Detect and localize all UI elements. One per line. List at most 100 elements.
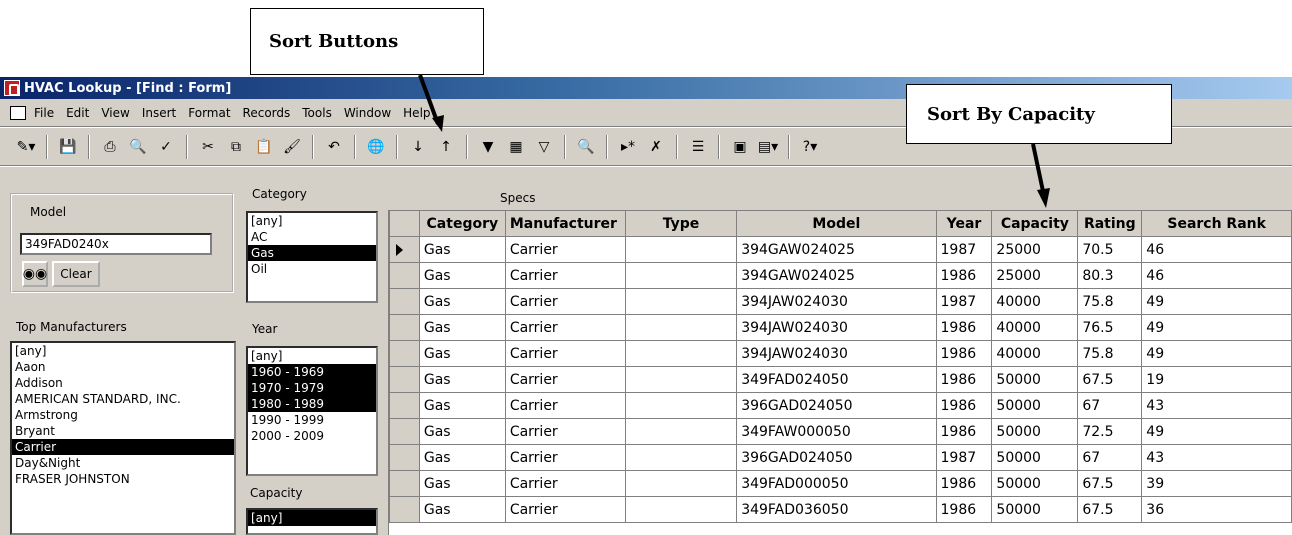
col-capacity-cell[interactable]: 50000 [991, 496, 1079, 523]
table-row[interactable]: Gas Carrier 394JAW024030 1986 40000 75.8 49 [389, 340, 1292, 367]
table-row[interactable]: Gas Carrier 349FAD000050 1986 50000 67.5 39 [389, 470, 1292, 497]
form-icon[interactable] [10, 105, 26, 120]
col-rating-cell[interactable]: 76.5 [1077, 314, 1143, 341]
record-selector[interactable] [389, 444, 420, 471]
col-search-rank-cell[interactable]: 46 [1141, 262, 1292, 289]
col-rating-cell[interactable]: 67.5 [1077, 496, 1143, 523]
menu-tools[interactable]: Tools [302, 106, 332, 120]
record-selector[interactable] [389, 236, 420, 263]
col-category-cell[interactable]: Gas [418, 340, 506, 367]
col-capacity-cell[interactable]: 50000 [991, 392, 1079, 419]
new-record-icon[interactable]: ▸* [617, 136, 639, 158]
manufacturer-item[interactable]: Aaon [12, 359, 234, 375]
paste-icon[interactable]: 📋 [253, 136, 275, 158]
filter-by-form-icon[interactable]: ▦ [505, 136, 527, 158]
col-search-rank-cell[interactable]: 49 [1141, 340, 1292, 367]
col-search-rank-cell[interactable]: 36 [1141, 496, 1292, 523]
col-category-cell[interactable]: Gas [418, 418, 506, 445]
table-row[interactable]: Gas Carrier 349FAD036050 1986 50000 67.5 36 [389, 496, 1292, 523]
col-category-cell[interactable]: Gas [418, 262, 506, 289]
filter-by-selection-icon[interactable]: ▼ [477, 136, 499, 158]
col-type-cell[interactable] [624, 392, 738, 419]
col-model-cell[interactable]: 394JAW024030 [736, 288, 937, 315]
database-window-icon[interactable]: ▣ [729, 136, 751, 158]
col-type-cell[interactable] [624, 314, 738, 341]
find-button[interactable]: ◉◉ [22, 261, 48, 287]
col-search-rank-cell[interactable]: 49 [1141, 314, 1292, 341]
col-type-cell[interactable] [624, 236, 738, 263]
col-capacity-cell[interactable]: 50000 [991, 366, 1079, 393]
find-icon[interactable]: 🔍 [575, 136, 597, 158]
year-item[interactable]: 1960 - 1969 [248, 364, 376, 380]
menu-format[interactable]: Format [188, 106, 230, 120]
table-row[interactable]: Gas Carrier 394JAW024030 1986 40000 76.5 49 [389, 314, 1292, 341]
col-capacity-cell[interactable]: 25000 [991, 262, 1079, 289]
manufacturers-listbox[interactable]: [any] Aaon Addison AMERICAN STANDARD, INC. A… [10, 341, 236, 535]
col-model-cell[interactable]: 349FAW000050 [736, 418, 937, 445]
col-search-rank-cell[interactable]: 49 [1141, 418, 1292, 445]
col-year-cell[interactable]: 1986 [935, 366, 993, 393]
col-manufacturer-cell[interactable]: Carrier [504, 314, 626, 341]
apply-filter-icon[interactable]: ▽ [533, 136, 555, 158]
col-rating-cell[interactable]: 72.5 [1077, 418, 1143, 445]
col-manufacturer-cell[interactable]: Carrier [504, 262, 626, 289]
col-type-header[interactable]: Type [624, 210, 738, 237]
year-item[interactable]: 1980 - 1989 [248, 396, 376, 412]
table-row[interactable]: Gas Carrier 394GAW024025 1986 25000 80.3 46 [389, 262, 1292, 289]
col-year-header[interactable]: Year [935, 210, 993, 237]
col-model-cell[interactable]: 349FAD036050 [736, 496, 937, 523]
sort-descending-icon[interactable]: ↑ [435, 136, 457, 158]
table-row[interactable]: Gas Carrier 349FAW000050 1986 50000 72.5 49 [389, 418, 1292, 445]
spelling-icon[interactable]: ✓ [155, 136, 177, 158]
col-model-cell[interactable]: 394GAW024025 [736, 262, 937, 289]
table-row[interactable]: Gas Carrier 396GAD024050 1987 50000 67 43 [389, 444, 1292, 471]
col-manufacturer-header[interactable]: Manufacturer [504, 210, 626, 237]
hyperlink-icon[interactable]: 🌐 [365, 136, 387, 158]
col-capacity-cell[interactable]: 50000 [991, 418, 1079, 445]
col-type-cell[interactable] [624, 444, 738, 471]
table-row[interactable]: Gas Carrier 349FAD024050 1986 50000 67.5 19 [389, 366, 1292, 393]
menu-insert[interactable]: Insert [142, 106, 176, 120]
category-item[interactable]: Gas [248, 245, 376, 261]
col-year-cell[interactable]: 1986 [935, 314, 993, 341]
print-icon[interactable]: ⎙ [99, 136, 121, 158]
col-year-cell[interactable]: 1987 [935, 444, 993, 471]
undo-icon[interactable]: ↶ [323, 136, 345, 158]
copy-icon[interactable]: ⧉ [225, 136, 247, 158]
clear-button[interactable]: Clear [52, 261, 100, 287]
manufacturer-item[interactable]: Armstrong [12, 407, 234, 423]
col-model-cell[interactable]: 394GAW024025 [736, 236, 937, 263]
col-rating-cell[interactable]: 75.8 [1077, 340, 1143, 367]
category-item[interactable]: [any] [248, 213, 376, 229]
model-input[interactable]: 349FAD0240x [20, 233, 212, 255]
col-type-cell[interactable] [624, 496, 738, 523]
col-year-cell[interactable]: 1986 [935, 470, 993, 497]
format-painter-icon[interactable]: 🖌 [281, 136, 303, 158]
delete-record-icon[interactable]: ✗ [645, 136, 667, 158]
col-rating-cell[interactable]: 67 [1077, 444, 1143, 471]
record-selector[interactable] [389, 418, 420, 445]
col-category-cell[interactable]: Gas [418, 470, 506, 497]
save-icon[interactable]: 💾 [57, 136, 79, 158]
record-selector[interactable] [389, 496, 420, 523]
category-item[interactable]: Oil [248, 261, 376, 277]
col-rating-cell[interactable]: 67.5 [1077, 470, 1143, 497]
menu-records[interactable]: Records [243, 106, 291, 120]
col-search-rank-cell[interactable]: 49 [1141, 288, 1292, 315]
manufacturer-item[interactable]: [any] [12, 343, 234, 359]
year-item[interactable]: 1990 - 1999 [248, 412, 376, 428]
col-category-cell[interactable]: Gas [418, 288, 506, 315]
help-icon[interactable]: ?▾ [799, 136, 821, 158]
col-search-rank-cell[interactable]: 43 [1141, 392, 1292, 419]
col-capacity-cell[interactable]: 40000 [991, 314, 1079, 341]
manufacturer-item[interactable]: Day&Night [12, 455, 234, 471]
col-type-cell[interactable] [624, 288, 738, 315]
col-model-cell[interactable]: 349FAD024050 [736, 366, 937, 393]
year-item[interactable]: 2000 - 2009 [248, 428, 376, 444]
col-year-cell[interactable]: 1987 [935, 288, 993, 315]
col-category-cell[interactable]: Gas [418, 366, 506, 393]
col-model-cell[interactable]: 396GAD024050 [736, 444, 937, 471]
col-manufacturer-cell[interactable]: Carrier [504, 418, 626, 445]
col-capacity-header[interactable]: Capacity [991, 210, 1079, 237]
col-type-cell[interactable] [624, 418, 738, 445]
